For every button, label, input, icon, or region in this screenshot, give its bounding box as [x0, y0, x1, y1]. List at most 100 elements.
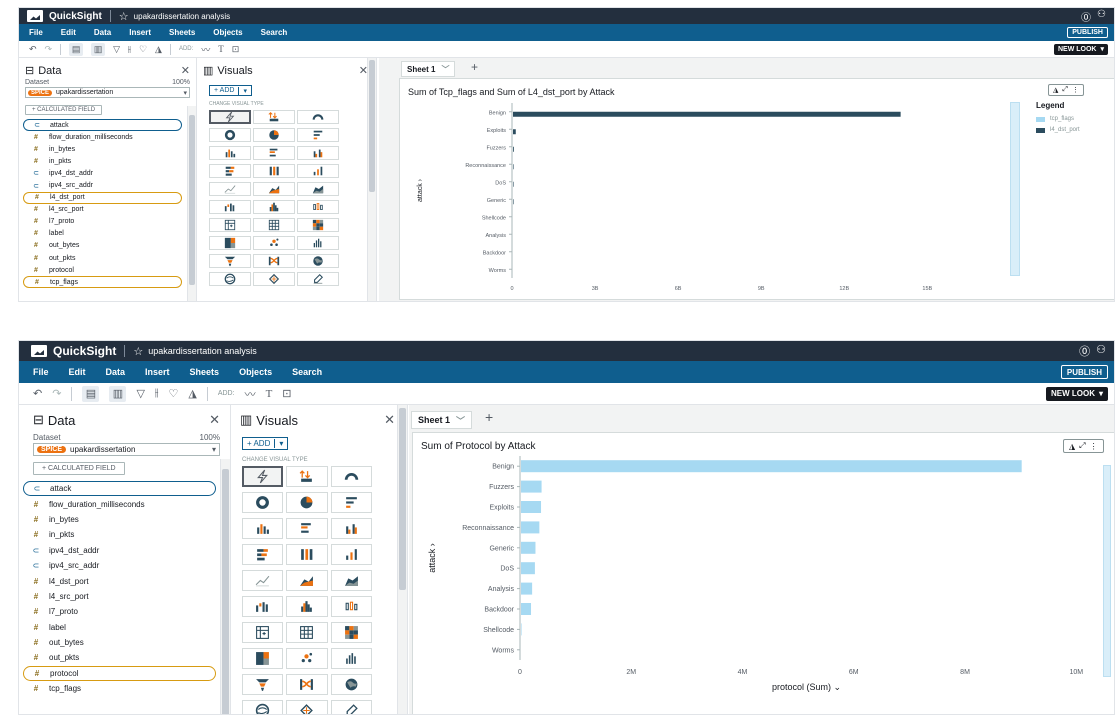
scrollbar-thumb[interactable]: [399, 408, 406, 590]
field-list-scrollbar[interactable]: [187, 106, 196, 301]
field-in-pkts[interactable]: # in_pkts: [23, 155, 182, 167]
visual-type-stacked-bar[interactable]: [242, 544, 284, 565]
more-options-icon[interactable]: ⋮: [1072, 86, 1079, 94]
x-axis-title[interactable]: protocol (Sum) ⌄: [772, 682, 841, 692]
visual-type-pie[interactable]: [253, 128, 295, 142]
data-pane-toggle-icon[interactable]: ▤: [82, 385, 100, 402]
visual-card[interactable]: Sum of Tcp_flags and Sum of L4_dst_port …: [399, 78, 1114, 300]
visuals-pane-toggle-icon[interactable]: ▥: [109, 385, 127, 402]
visual-type-word-cloud[interactable]: [253, 272, 295, 286]
field-l4-dst-port[interactable]: # l4_dst_port: [23, 573, 216, 588]
bar-value-dos[interactable]: [521, 562, 535, 575]
undo-icon[interactable]: ↶: [33, 387, 42, 400]
analysis-title[interactable]: upakardissertation analysis: [134, 12, 231, 21]
visual-type-filled-map[interactable]: [330, 674, 372, 695]
bar-value-reconnaissance[interactable]: [521, 521, 540, 534]
expand-icon[interactable]: ⤢: [1079, 441, 1085, 451]
visuals-scrollbar[interactable]: [367, 58, 376, 301]
filter-icon[interactable]: ▽: [113, 44, 120, 55]
visual-type-waterfall[interactable]: [209, 200, 251, 214]
visual-type-gauge[interactable]: [330, 466, 372, 487]
scrollbar-thumb[interactable]: [222, 469, 229, 714]
bar-value-analysis[interactable]: [521, 582, 533, 595]
visual-type-stacked-column[interactable]: [253, 164, 295, 178]
undo-icon[interactable]: ↶: [29, 44, 37, 55]
add-sheet-icon[interactable]: +: [471, 60, 478, 74]
visual-type-heat-map[interactable]: [330, 622, 372, 643]
quicksight-logo[interactable]: QuickSight: [31, 344, 116, 358]
bar-l4_dst_port-generic[interactable]: [513, 199, 514, 205]
menu-file[interactable]: File: [33, 367, 49, 377]
tab-sheet-1[interactable]: Sheet 1 ﹀: [411, 411, 473, 429]
field-l7-proto[interactable]: # l7_proto: [23, 216, 182, 228]
field-tcp-flags[interactable]: # tcp_flags: [23, 681, 216, 696]
add-visual-icon[interactable]: 〰: [201, 43, 210, 56]
visual-card[interactable]: Sum of Protocol by Attack ◮ ⤢ ⋮ Benign Fu…: [412, 432, 1114, 714]
visual-type-autograph[interactable]: [209, 110, 251, 124]
visual-type-combo-chart[interactable]: [297, 164, 339, 178]
parameters-icon[interactable]: ⫲: [128, 44, 131, 55]
menu-search[interactable]: Search: [261, 28, 288, 37]
menu-insert[interactable]: Insert: [145, 367, 170, 377]
add-sheet-icon[interactable]: +: [485, 409, 493, 425]
visual-type-waterfall[interactable]: [242, 596, 284, 617]
field-flow-duration-milliseconds[interactable]: # flow_duration_milliseconds: [23, 131, 182, 143]
filter-icon[interactable]: ▽: [136, 387, 144, 400]
visual-type-horizontal-bar[interactable]: [330, 492, 372, 513]
visual-type-insight[interactable]: [330, 700, 372, 714]
bar-value-fuzzers[interactable]: [521, 480, 542, 493]
field-in-bytes[interactable]: # in_bytes: [23, 512, 216, 527]
bar-value-exploits[interactable]: [521, 501, 542, 513]
insights-icon[interactable]: ♡: [139, 44, 147, 55]
visual-type-scatter-plot[interactable]: [253, 236, 295, 250]
bar-l4_dst_port-reconnaissance[interactable]: [513, 164, 514, 170]
field-l4-dst-port[interactable]: # l4_dst_port: [23, 191, 182, 204]
themes-icon[interactable]: ◮: [188, 387, 196, 400]
visual-type-clustered-column[interactable]: [297, 146, 339, 160]
menu-objects[interactable]: Objects: [239, 367, 272, 377]
field-in-bytes[interactable]: # in_bytes: [23, 143, 182, 155]
visual-type-insight[interactable]: [297, 272, 339, 286]
publish-button[interactable]: PUBLISH: [1067, 27, 1108, 38]
bar-l4_dst_port-dos[interactable]: [513, 181, 514, 187]
visual-type-pivot-table[interactable]: [242, 622, 284, 643]
add-visual-icon[interactable]: 〰: [245, 386, 256, 402]
visual-type-stacked-column[interactable]: [286, 544, 328, 565]
visual-type-area-chart[interactable]: [286, 570, 328, 591]
add-text-icon[interactable]: T: [218, 44, 224, 54]
field-ipv4-dst-addr[interactable]: ⊂ ipv4_dst_addr: [23, 167, 182, 179]
visual-type-line-chart[interactable]: [242, 570, 284, 591]
redo-icon[interactable]: ↷: [45, 44, 53, 55]
visual-type-table[interactable]: [286, 622, 328, 643]
bar-value-generic[interactable]: [521, 541, 536, 554]
help-icon[interactable]: ⓪: [1079, 343, 1090, 359]
add-visual-button[interactable]: + ADD ▾: [242, 437, 289, 450]
visuals-scrollbar[interactable]: [397, 405, 407, 714]
field-l4-src-port[interactable]: # l4_src_port: [23, 589, 216, 604]
visual-type-sankey[interactable]: [286, 674, 328, 695]
visual-type-radar[interactable]: [330, 648, 372, 669]
star-icon[interactable]: ☆: [119, 10, 129, 23]
help-icon[interactable]: ⓪: [1081, 9, 1091, 24]
visual-type-vertical-bar[interactable]: [209, 146, 251, 160]
scrollbar-thumb[interactable]: [189, 115, 195, 285]
add-text-icon[interactable]: T: [266, 388, 273, 400]
publish-button[interactable]: PUBLISH: [1060, 365, 1108, 379]
menu-data[interactable]: Data: [106, 367, 126, 377]
visual-type-point-map[interactable]: [209, 272, 251, 286]
data-pane-toggle-icon[interactable]: ▤: [69, 42, 84, 56]
field-label[interactable]: # label: [23, 228, 182, 240]
add-calculated-field-button[interactable]: + CALCULATED FIELD: [33, 462, 125, 475]
menu-objects[interactable]: Objects: [213, 28, 242, 37]
visual-type-donut[interactable]: [242, 492, 284, 513]
visual-type-autograph[interactable]: [242, 466, 284, 487]
visual-type-clustered-column[interactable]: [330, 518, 372, 539]
visual-type-funnel[interactable]: [209, 254, 251, 268]
scrollbar-thumb[interactable]: [369, 60, 375, 192]
field-protocol[interactable]: # protocol: [23, 264, 182, 276]
visual-type-gauge[interactable]: [297, 110, 339, 124]
visual-type-point-map[interactable]: [242, 700, 284, 714]
visual-type-table[interactable]: [253, 218, 295, 232]
bar-l4_dst_port-benign[interactable]: [513, 111, 901, 117]
menu-file[interactable]: File: [29, 28, 43, 37]
